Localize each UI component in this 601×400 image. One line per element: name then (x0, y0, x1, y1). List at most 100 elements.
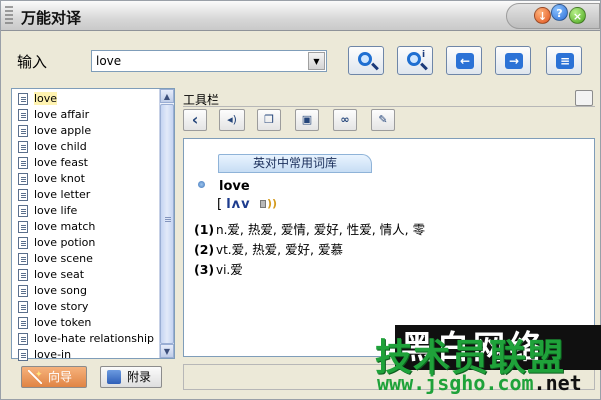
list-item[interactable]: love match (12, 219, 160, 235)
list-item[interactable]: love letter (12, 187, 160, 203)
list-item[interactable]: love child (12, 139, 160, 155)
minimize-button[interactable]: ↓ (534, 7, 551, 24)
arrow-right-icon: → (505, 53, 523, 69)
document-icon (18, 189, 28, 201)
appendix-button[interactable]: 附录 (100, 366, 162, 388)
document-icon (18, 141, 28, 153)
toolbar-toggle-checkbox[interactable] (575, 90, 593, 106)
list-item[interactable]: love scene (12, 251, 160, 267)
definition-pos: vi. (216, 263, 231, 277)
list-item[interactable]: love-hate relationship (12, 331, 160, 347)
bullet-icon (198, 181, 205, 188)
previous-button[interactable]: ← (446, 46, 482, 75)
sound-wave-icon: )) (267, 197, 278, 210)
info-icon: i (422, 50, 426, 60)
document-icon (18, 285, 28, 297)
document-icon (18, 269, 28, 281)
definition-row: (2) vt.爱, 热爱, 爱好, 爱慕 (194, 239, 343, 258)
list-item-label: love token (34, 316, 92, 329)
definition-text: 爱 (230, 262, 243, 277)
next-button[interactable]: → (495, 46, 531, 75)
wizard-button[interactable]: 向导 (21, 365, 87, 388)
list-item[interactable]: love life (12, 203, 160, 219)
definition-text: 爱, 热爱, 爱情, 爱好, 性爱, 情人, 零 (227, 222, 426, 237)
list-item[interactable]: love story (12, 299, 160, 315)
notes-button[interactable]: ≡ (546, 46, 582, 75)
definition-text: 爱, 热爱, 爱好, 爱慕 (231, 242, 343, 257)
search-icon (358, 52, 372, 66)
word-input[interactable] (94, 52, 304, 70)
phonetic: [ lʌv (217, 197, 251, 212)
find-button[interactable]: ∞ (333, 109, 357, 131)
list-item-label: love-in (34, 348, 72, 361)
list-item[interactable]: love knot (12, 171, 160, 187)
list-item[interactable]: love affair (12, 107, 160, 123)
list-item-label: love scene (34, 252, 93, 265)
list-item[interactable]: love (12, 91, 160, 107)
headword: love (219, 179, 250, 194)
chevron-down-icon[interactable]: ▼ (308, 52, 325, 70)
title-bar[interactable]: 万能对译 ↓ ? × (1, 1, 600, 31)
wizard-label: 向导 (48, 370, 73, 384)
document-icon (18, 317, 28, 329)
advanced-search-icon (407, 52, 421, 66)
watermark-url: www.jsgho.com.net (377, 371, 582, 395)
arrow-left-icon: ← (456, 53, 474, 69)
scroll-up-icon[interactable]: ▲ (160, 89, 174, 103)
list-item-label: love life (34, 204, 78, 217)
definition-number: (1) (194, 222, 215, 237)
pronounce-speaker-icon[interactable]: )) (259, 196, 277, 212)
main-window: 万能对译 ↓ ? × 输入 ▼ i ← → ≡ lovelove affairl… (0, 0, 601, 400)
phonetic-bracket: [ (217, 197, 223, 212)
close-button[interactable]: × (569, 7, 586, 24)
tools-button[interactable]: ✎ (371, 109, 395, 131)
back-button[interactable]: ‹ (183, 109, 207, 131)
toolbar: ‹ ◂) ❐ ▣ ∞ ✎ (183, 109, 595, 135)
list-item-label: love affair (34, 108, 90, 121)
chevron-left-icon: ‹ (191, 110, 199, 129)
list-item[interactable]: love apple (12, 123, 160, 139)
list-item[interactable]: love seat (12, 267, 160, 283)
toolbar-title: 工具栏 (183, 93, 220, 107)
list-item[interactable]: love song (12, 283, 160, 299)
advanced-search-button[interactable]: i (397, 46, 433, 75)
list-item-label: love match (34, 220, 96, 233)
scroll-thumb[interactable] (160, 104, 174, 344)
speaker-icon: ◂) (227, 113, 237, 126)
list-item[interactable]: love-in (12, 347, 160, 363)
definition-pos: vt. (216, 243, 232, 257)
list-item-label: love story (34, 300, 89, 313)
dictionary-tab[interactable]: 英对中常用词库 (218, 154, 372, 172)
list-item[interactable]: love potion (12, 235, 160, 251)
document-icon (18, 253, 28, 265)
document-icon (18, 173, 28, 185)
word-list: love love affair love apple love child love … (12, 89, 174, 363)
word-list-scrollbar[interactable]: ▲ ▼ (159, 89, 174, 358)
list-item-label: love knot (34, 172, 85, 185)
save-button[interactable]: ▣ (295, 109, 319, 131)
definition-row: (1) n.爱, 热爱, 爱情, 爱好, 性爱, 情人, 零 (194, 219, 425, 238)
watermark-url-main: www.jsgho.com (377, 371, 534, 395)
input-label: 输入 (17, 53, 48, 71)
floppy-disk-icon: ▣ (301, 113, 313, 126)
word-input-combo[interactable]: ▼ (91, 50, 327, 72)
speak-button[interactable]: ◂) (219, 109, 245, 131)
list-item-label: love child (34, 140, 87, 153)
grip-icon (5, 6, 13, 26)
search-button[interactable] (348, 46, 384, 75)
watermark-url-suffix: .net (533, 371, 582, 395)
list-item[interactable]: love feast (12, 155, 160, 171)
document-icon: ≡ (556, 53, 574, 69)
phonetic-text: lʌv (226, 197, 251, 212)
scroll-down-icon[interactable]: ▼ (160, 344, 174, 358)
definition-number: (2) (194, 242, 215, 257)
appendix-label: 附录 (127, 370, 152, 384)
document-icon (18, 301, 28, 313)
toolbar-header: 工具栏 (183, 89, 595, 107)
copy-button[interactable]: ❐ (257, 109, 281, 131)
list-item-label: love-hate relationship (34, 332, 154, 345)
help-button[interactable]: ? (551, 4, 568, 21)
copy-icon: ❐ (264, 113, 274, 126)
document-icon (18, 125, 28, 137)
list-item[interactable]: love token (12, 315, 160, 331)
